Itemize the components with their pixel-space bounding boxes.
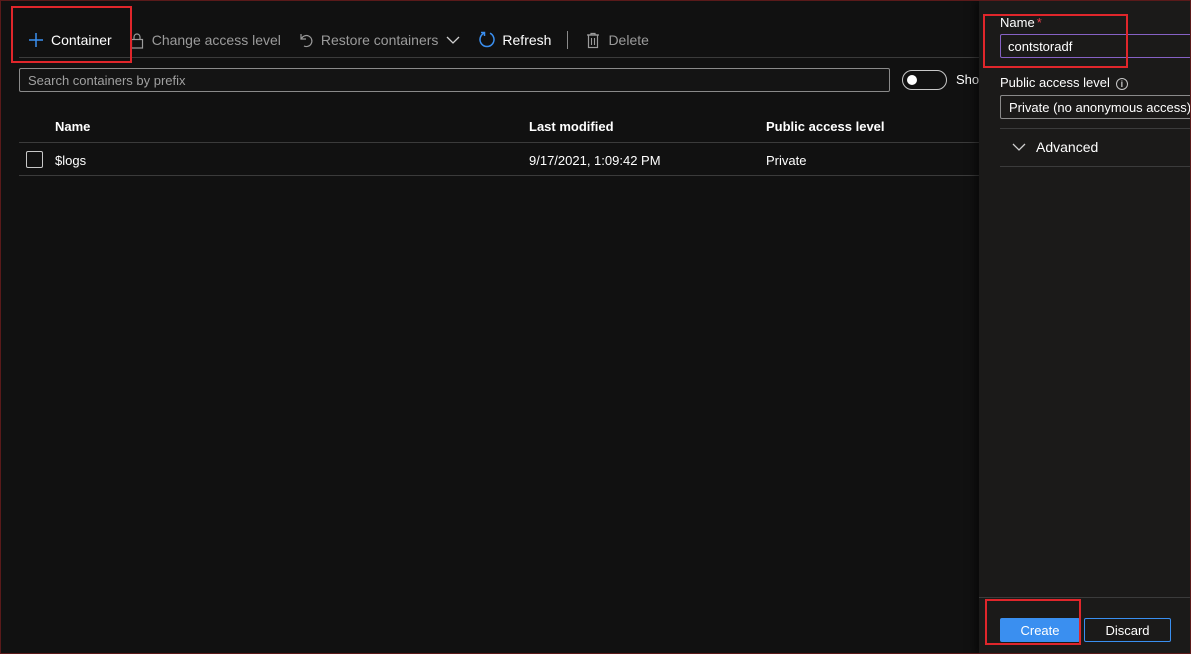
search-containers-input[interactable] <box>19 68 890 92</box>
trash-icon <box>584 31 602 49</box>
toolbar-divider <box>567 31 569 49</box>
undo-icon <box>297 31 315 49</box>
delete-label: Delete <box>608 32 649 48</box>
panel-footer-divider <box>979 597 1190 598</box>
chevron-down-icon <box>444 31 462 49</box>
access-level-label-text: Public access level <box>1000 75 1110 90</box>
lock-icon <box>128 31 146 49</box>
storage-containers-screen: Container Change access level Restore co… <box>0 0 1191 654</box>
info-icon[interactable]: i <box>1115 77 1128 90</box>
column-header-public-access-level[interactable]: Public access level <box>766 119 885 134</box>
table-row[interactable]: $logs 9/17/2021, 1:09:42 PM Private <box>19 143 979 176</box>
restore-containers-label: Restore containers <box>320 32 439 48</box>
add-container-label: Container <box>51 32 112 48</box>
change-access-level-button[interactable]: Change access level <box>120 24 289 56</box>
refresh-label: Refresh <box>502 32 552 48</box>
column-header-name[interactable]: Name <box>55 119 90 134</box>
access-level-field-label: Public access level i <box>1000 75 1128 90</box>
advanced-label: Advanced <box>1036 139 1099 155</box>
restore-containers-button[interactable]: Restore containers <box>289 24 471 56</box>
show-deleted-toggle[interactable] <box>902 70 947 90</box>
table-header: Name Last modified Public access level <box>19 109 979 143</box>
container-name-cell[interactable]: $logs <box>55 153 86 168</box>
name-field-label: Name * <box>1000 15 1042 30</box>
delete-button[interactable]: Delete <box>576 24 656 56</box>
add-container-button[interactable]: Container <box>19 24 120 56</box>
row-checkbox[interactable] <box>26 151 43 168</box>
refresh-icon <box>478 31 496 49</box>
change-access-level-label: Change access level <box>151 32 281 48</box>
create-button[interactable]: Create <box>1000 618 1080 642</box>
advanced-section-toggle[interactable]: Advanced <box>1000 129 1190 165</box>
command-bar: Container Change access level Restore co… <box>19 23 975 57</box>
discard-button[interactable]: Discard <box>1084 618 1171 642</box>
toggle-knob <box>907 75 917 85</box>
toggle-label: Sho <box>956 72 980 87</box>
access-level-cell: Private <box>766 153 807 168</box>
required-asterisk: * <box>1036 15 1042 30</box>
new-container-panel: Name* Public access level i Private (no a… <box>979 1 1190 653</box>
toolbar-divider-line <box>19 57 979 58</box>
plus-icon <box>27 31 45 49</box>
container-name-input[interactable] <box>1000 34 1190 58</box>
chevron-down-icon <box>1012 143 1026 152</box>
refresh-button[interactable]: Refresh <box>470 24 559 56</box>
name-label-text: Name <box>1000 15 1035 30</box>
panel-divider-bottom <box>1000 166 1190 167</box>
public-access-level-select[interactable]: Private (no anonymous access) <box>1000 95 1190 119</box>
last-modified-cell: 9/17/2021, 1:09:42 PM <box>529 153 661 168</box>
column-header-last-modified[interactable]: Last modified <box>529 119 614 134</box>
